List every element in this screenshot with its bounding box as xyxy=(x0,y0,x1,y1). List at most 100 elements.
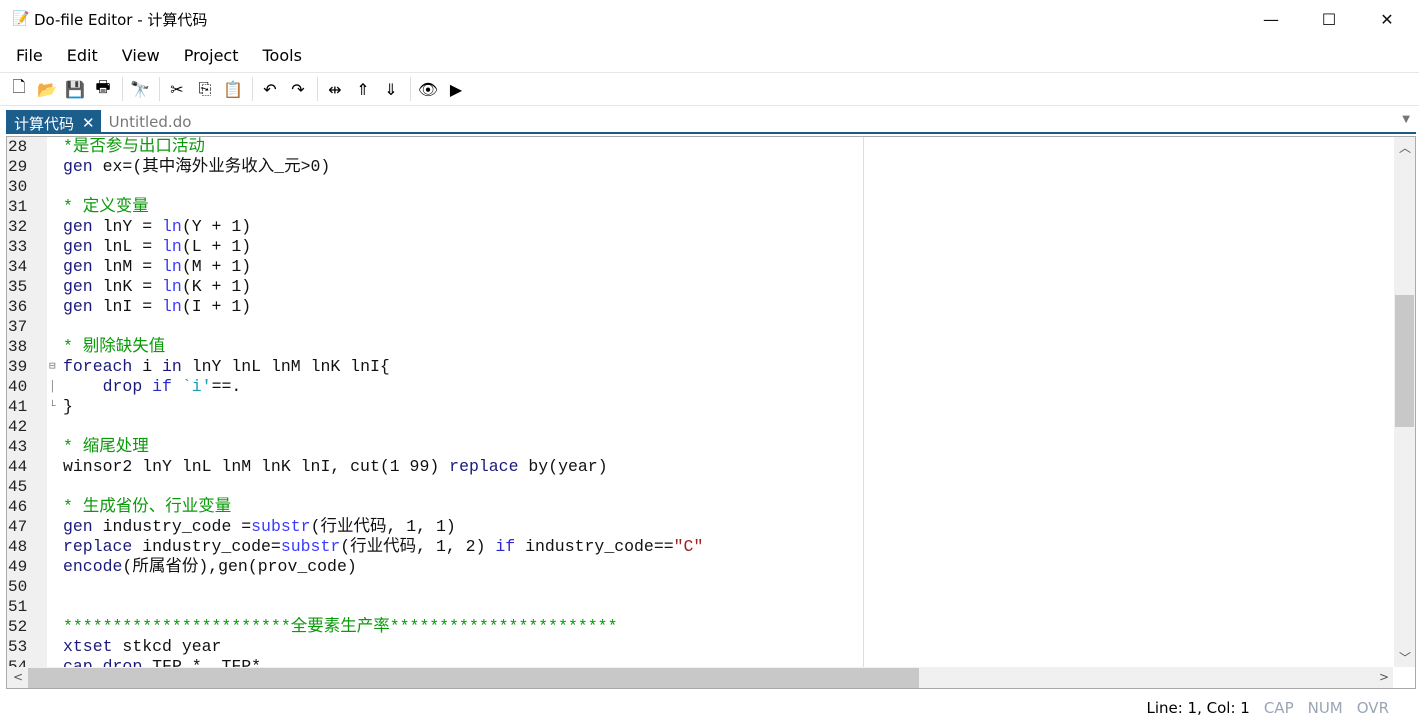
save-icon[interactable]: 💾 xyxy=(62,76,88,102)
line-number: 41 xyxy=(8,398,28,416)
token-plain: by(year) xyxy=(518,457,608,476)
maximize-button[interactable]: ☐ xyxy=(1300,0,1358,38)
scroll-left-icon[interactable]: < xyxy=(13,670,23,684)
menu-view[interactable]: View xyxy=(122,46,160,65)
code-editor[interactable]: 28 *是否参与出口活动 29 gen ex=(其中海外业务收入_元>0) 30 31 * … xyxy=(6,136,1416,689)
code-line[interactable]: 53 xtset stkcd year xyxy=(7,637,1393,657)
menu-tools[interactable]: Tools xyxy=(262,46,301,65)
token-kw: if xyxy=(495,537,516,556)
show-data-icon[interactable]: 👁 xyxy=(415,76,441,102)
vertical-scroll-thumb[interactable] xyxy=(1395,295,1414,427)
toggle-bookmark-icon[interactable]: ⇹ xyxy=(322,76,348,102)
code-line[interactable]: 45 xyxy=(7,477,1393,497)
code-line[interactable]: 28 *是否参与出口活动 xyxy=(7,137,1393,157)
code-line[interactable]: 52 ***********************全要素生产率*********… xyxy=(7,617,1393,637)
code-line[interactable]: 49 encode(所属省份),gen(prov_code) xyxy=(7,557,1393,577)
line-number: 35 xyxy=(8,278,28,296)
new-file-icon[interactable]: 🗋 xyxy=(6,76,32,102)
code-line[interactable]: 47 gen industry_code =substr(行业代码, 1, 1) xyxy=(7,517,1393,537)
code-text: gen ex=(其中海外业务收入_元>0) xyxy=(63,157,330,177)
horizontal-scrollbar[interactable]: < > xyxy=(7,667,1393,688)
code-line[interactable]: 39 ⊟ foreach i in lnY lnL lnM lnK lnI{ xyxy=(7,357,1393,377)
token-cmd: replace xyxy=(449,457,519,476)
vertical-scrollbar[interactable]: ︿ ﹀ xyxy=(1394,137,1415,667)
code-line[interactable]: 43 * 缩尾处理 xyxy=(7,437,1393,457)
token-plain: industry_code== xyxy=(515,537,674,556)
code-line[interactable]: 32 gen lnY = ln(Y + 1) xyxy=(7,217,1393,237)
code-line[interactable]: 40 │ drop if `i'==. xyxy=(7,377,1393,397)
paste-icon[interactable]: 📋 xyxy=(220,76,246,102)
toolbar: 🗋 📂 💾 🖶 🔭 ✂ ⎘ 📋 ↶ ↷ ⇹ ⇑ ⇓ 👁 ▶ xyxy=(0,72,1419,106)
fold-marker-icon[interactable]: └ xyxy=(49,397,61,417)
line-number: 31 xyxy=(8,198,28,216)
line-number: 42 xyxy=(8,418,28,436)
code-line[interactable]: 44 winsor2 lnY lnL lnM lnK lnI, cut(1 99)… xyxy=(7,457,1393,477)
scroll-down-icon[interactable]: ﹀ xyxy=(1399,649,1411,666)
close-tab-icon[interactable]: ✕ xyxy=(82,114,95,132)
cut-icon[interactable]: ✂ xyxy=(164,76,190,102)
line-number: 51 xyxy=(8,598,28,616)
scroll-up-icon[interactable]: ︿ xyxy=(1399,139,1411,156)
code-text: * 剔除缺失值 xyxy=(63,337,165,357)
menu-file[interactable]: File xyxy=(16,46,43,65)
scroll-right-icon[interactable]: > xyxy=(1379,670,1389,684)
code-line[interactable]: 46 * 生成省份、行业变量 xyxy=(7,497,1393,517)
token-cmt: * 剔除缺失值 xyxy=(63,337,166,356)
tab-untitled[interactable]: Untitled.do xyxy=(101,110,200,132)
code-line[interactable]: 30 xyxy=(7,177,1393,197)
execute-icon[interactable]: ▶ xyxy=(443,76,469,102)
line-number: 29 xyxy=(8,158,28,176)
code-text: * 生成省份、行业变量 xyxy=(63,497,231,517)
code-line[interactable]: 50 xyxy=(7,577,1393,597)
window-title: Do-file Editor - 计算代码 xyxy=(34,10,208,29)
line-number: 48 xyxy=(8,538,28,556)
token-plain: (M + 1) xyxy=(181,257,252,276)
code-line[interactable]: 51 xyxy=(7,597,1393,617)
code-line[interactable]: 29 gen ex=(其中海外业务收入_元>0) xyxy=(7,157,1393,177)
line-number: 47 xyxy=(8,518,28,536)
fold-marker-icon[interactable]: ⊟ xyxy=(49,357,61,377)
fold-marker-icon[interactable]: │ xyxy=(49,377,61,397)
code-line[interactable]: 31 * 定义变量 xyxy=(7,197,1393,217)
code-line[interactable]: 34 gen lnM = ln(M + 1) xyxy=(7,257,1393,277)
next-bookmark-icon[interactable]: ⇓ xyxy=(378,76,404,102)
minimize-button[interactable]: — xyxy=(1242,0,1300,38)
redo-icon[interactable]: ↷ xyxy=(285,76,311,102)
token-plain: (I + 1) xyxy=(181,297,252,316)
token-plain: ex=(其中海外业务收入_元>0) xyxy=(92,157,331,176)
token-plain: ==. xyxy=(211,377,242,396)
code-line[interactable]: 35 gen lnK = ln(K + 1) xyxy=(7,277,1393,297)
token-cmd: replace xyxy=(63,537,133,556)
previous-bookmark-icon[interactable]: ⇑ xyxy=(350,76,376,102)
code-line[interactable]: 33 gen lnL = ln(L + 1) xyxy=(7,237,1393,257)
copy-icon[interactable]: ⎘ xyxy=(192,76,218,102)
code-line[interactable]: 41 └} xyxy=(7,397,1393,417)
undo-icon[interactable]: ↶ xyxy=(257,76,283,102)
open-icon[interactable]: 📂 xyxy=(34,76,60,102)
toolbar-separator xyxy=(252,77,253,101)
code-text: gen industry_code =substr(行业代码, 1, 1) xyxy=(63,517,456,537)
code-line[interactable]: 38 * 剔除缺失值 xyxy=(7,337,1393,357)
close-button[interactable]: ✕ xyxy=(1358,0,1416,38)
code-line[interactable]: 36 gen lnI = ln(I + 1) xyxy=(7,297,1393,317)
token-cmd: gen xyxy=(63,257,93,276)
code-line[interactable]: 37 xyxy=(7,317,1393,337)
code-line[interactable]: 42 xyxy=(7,417,1393,437)
menu-edit[interactable]: Edit xyxy=(67,46,98,65)
toolbar-separator xyxy=(317,77,318,101)
tab-jisuan-daima[interactable]: 计算代码 ✕ xyxy=(6,110,101,134)
token-fn: ln xyxy=(162,217,182,236)
token-cmd: gen xyxy=(63,517,93,536)
tab-list-dropdown-icon[interactable]: ▼ xyxy=(1402,114,1410,125)
find-icon[interactable]: 🔭 xyxy=(127,76,153,102)
token-cmd: gen xyxy=(63,297,93,316)
menu-project[interactable]: Project xyxy=(184,46,239,65)
code-line[interactable]: 48 replace industry_code=substr(行业代码, 1, … xyxy=(7,537,1393,557)
code-text: gen lnM = ln(M + 1) xyxy=(63,257,251,277)
print-icon[interactable]: 🖶 xyxy=(90,76,116,102)
horizontal-scroll-thumb[interactable] xyxy=(28,668,919,688)
code-text: encode(所属省份),gen(prov_code) xyxy=(63,557,357,577)
token-str: "C" xyxy=(673,537,704,556)
token-cmd: drop xyxy=(102,377,143,396)
